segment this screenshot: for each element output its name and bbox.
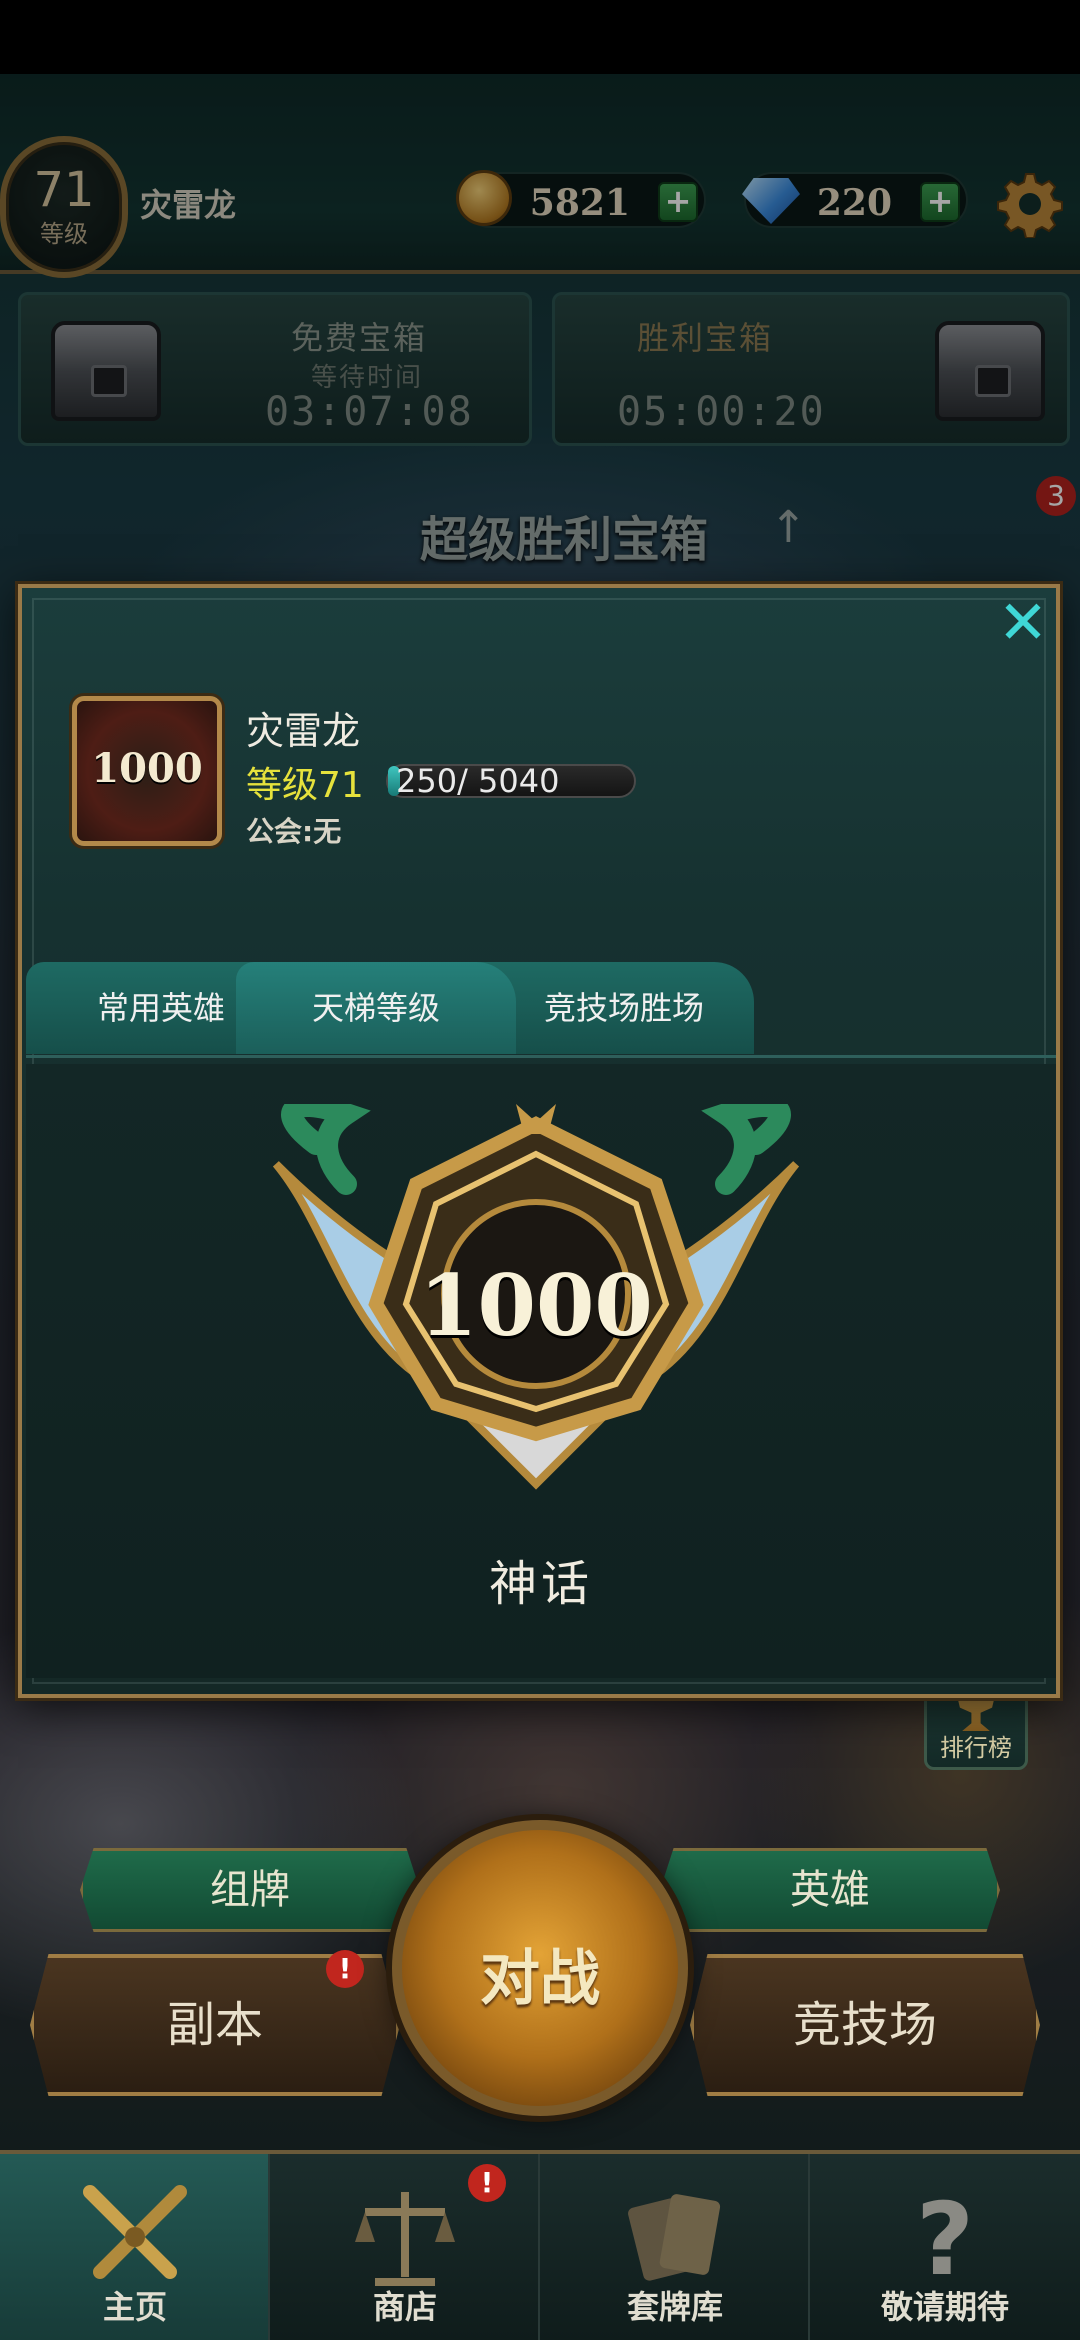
battle-label: 对战 bbox=[480, 1944, 600, 2014]
rank-emblem-icon: 1000 bbox=[236, 1095, 836, 1504]
battle-button[interactable]: 对战 bbox=[392, 1820, 688, 2116]
nav-deck-library-label: 套牌库 bbox=[626, 2288, 723, 2326]
profile-level: 等级71 bbox=[246, 765, 364, 806]
crossed-swords-icon bbox=[75, 2182, 195, 2292]
rank-points: 1000 bbox=[419, 1256, 653, 1355]
player-avatar: 1000 bbox=[72, 696, 222, 846]
avatar-rank-number: 1000 bbox=[91, 745, 203, 792]
close-icon[interactable]: ✕ bbox=[988, 588, 1058, 658]
nav-coming-soon[interactable]: ? 敬请期待 bbox=[810, 2154, 1080, 2340]
scales-icon bbox=[345, 2182, 465, 2292]
shop-alert-badge: ! bbox=[468, 2164, 506, 2202]
question-mark-icon: ? bbox=[885, 2181, 1005, 2298]
ladder-rank-panel: 1000 神话 bbox=[26, 1064, 1056, 1678]
nav-deck-library[interactable]: 套牌库 bbox=[540, 2154, 810, 2340]
nav-coming-soon-label: 敬请期待 bbox=[880, 2288, 1009, 2326]
nav-shop-label: 商店 bbox=[372, 2288, 437, 2326]
cards-icon bbox=[615, 2182, 735, 2292]
bottom-navigation: 主页 ! 商店 套牌库 ? 敬请期待 bbox=[0, 2150, 1080, 2340]
profile-tabs: 常用英雄 竞技场胜场 天梯等级 bbox=[26, 962, 1056, 1058]
arena-button[interactable]: 竞技场 bbox=[690, 1954, 1040, 2096]
status-bar bbox=[0, 0, 1080, 74]
dungeon-alert-badge: ! bbox=[326, 1950, 364, 1988]
rank-title: 神话 bbox=[488, 1556, 593, 1612]
hero-button[interactable]: 英雄 bbox=[660, 1848, 1000, 1932]
tab-ladder-rank[interactable]: 天梯等级 bbox=[236, 962, 516, 1054]
deck-build-button[interactable]: 组牌 bbox=[80, 1848, 420, 1932]
nav-home-label: 主页 bbox=[102, 2288, 167, 2326]
player-profile-modal: ✕ 1000 灾雷龙 等级71 250/ 5040 公会:无 常用英雄 竞技场胜… bbox=[18, 584, 1060, 1698]
svg-text:?: ? bbox=[916, 2182, 974, 2292]
nav-shop[interactable]: ! 商店 bbox=[270, 2154, 540, 2340]
xp-text: 250/ 5040 bbox=[396, 762, 560, 800]
profile-player-name: 灾雷龙 bbox=[246, 709, 361, 753]
nav-home[interactable]: 主页 bbox=[0, 2154, 270, 2340]
leaderboard-label: 排行榜 bbox=[940, 1734, 1012, 1762]
guild-label: 公会:无 bbox=[246, 815, 342, 848]
